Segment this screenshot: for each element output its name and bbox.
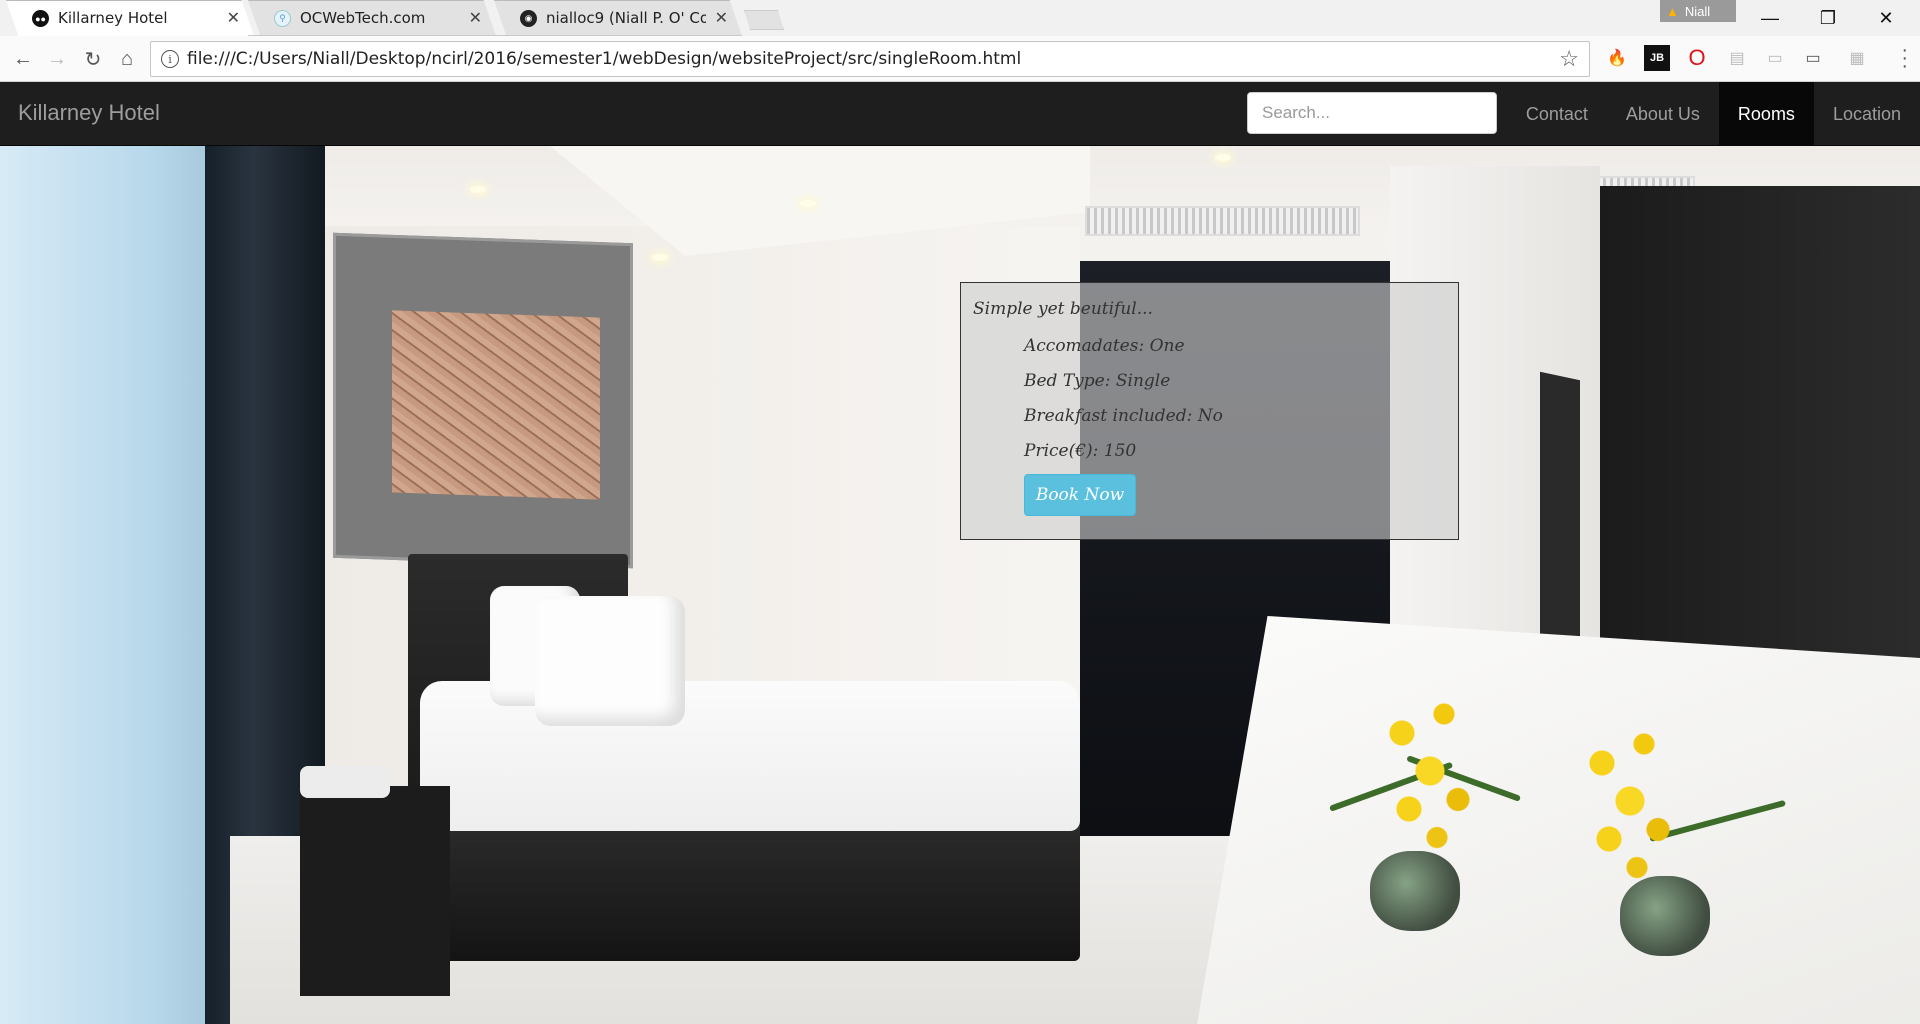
book-now-button[interactable]: Book Now [1024,474,1136,516]
tab-title: OCWebTech.com [300,9,426,27]
back-arrow-icon[interactable]: ← [8,44,38,74]
table [1195,616,1920,1024]
info-icon[interactable]: i [161,50,179,68]
detail-price: Price(€): 150 [1024,441,1137,461]
browser-tabstrip: ●● Killarney Hotel ✕ ⚲ OCWebTech.com ✕ ◉… [0,0,1920,36]
pillow [535,596,685,726]
detail-bed-type: Bed Type: Single [1024,371,1171,391]
cast-icon[interactable]: ▭ [1800,45,1826,71]
room-background-image [0,146,1920,1024]
profile-button[interactable]: ▲ Niall [1660,0,1736,22]
vase [1370,851,1460,931]
close-tab-icon[interactable]: ✕ [227,8,240,28]
nav-link-contact[interactable]: Contact [1507,82,1607,146]
forward-arrow-icon[interactable]: → [42,44,72,74]
extension-icon[interactable]: ▭ [1762,45,1788,71]
wall-art [392,310,600,500]
yellow-flowers [1360,676,1500,866]
close-tab-icon[interactable]: ✕ [715,8,728,28]
nav-links: Contact About Us Rooms Location [1507,82,1920,146]
bookmark-star-icon[interactable]: ☆ [1559,46,1579,72]
minimize-window-icon[interactable]: — [1750,4,1790,32]
site-navbar: Killarney Hotel Contact About Us Rooms L… [0,82,1920,146]
yellow-flowers [1560,706,1700,896]
tab-title: nialloc9 (Niall P. O' Conn [546,9,706,27]
jetbrains-extension-icon[interactable]: JB [1644,45,1670,71]
nav-link-about-us[interactable]: About Us [1607,82,1719,146]
restore-window-icon[interactable]: ❐ [1808,4,1848,32]
browser-toolbar: ← → ↻ ⌂ i file:///C:/Users/Niall/Desktop… [0,36,1920,82]
search-input[interactable] [1247,92,1497,134]
room-details-list: Accomadates: One Bed Type: Single Breakf… [1024,335,1223,475]
bed-base [420,811,1080,961]
room-tagline: Simple yet beutiful... [973,299,1153,319]
extension-icon[interactable]: ▤ [1724,45,1750,71]
fire-extension-icon[interactable]: 🔥 [1604,45,1630,71]
github-favicon-icon: ◉ [520,10,537,27]
detail-accommodates: Accomadates: One [1024,336,1185,356]
close-window-icon[interactable]: ✕ [1866,4,1906,32]
air-vent [1085,206,1360,236]
detail-breakfast: Breakfast included: No [1024,406,1223,426]
room-info-card: Simple yet beutiful... Accomadates: One … [960,282,1459,540]
reload-icon[interactable]: ↻ [78,44,108,74]
opera-extension-icon[interactable]: O [1684,45,1710,71]
hotel-favicon-icon: ●● [32,10,49,27]
browser-tab-killarney-hotel[interactable]: ●● Killarney Hotel ✕ [6,0,254,36]
profile-name: Niall [1684,3,1711,19]
new-tab-button[interactable] [744,10,784,30]
home-icon[interactable]: ⌂ [112,44,142,74]
address-bar[interactable]: i file:///C:/Users/Niall/Desktop/ncirl/2… [150,41,1590,77]
site-brand[interactable]: Killarney Hotel [18,100,160,126]
address-url[interactable]: file:///C:/Users/Niall/Desktop/ncirl/201… [187,49,1021,69]
tab-title: Killarney Hotel [58,9,168,27]
nav-link-location[interactable]: Location [1814,82,1920,146]
vase [1620,876,1710,956]
nightstand [300,786,450,996]
location-pin-favicon-icon: ⚲ [274,10,291,27]
telephone [300,766,390,798]
browser-menu-icon[interactable]: · · · [1901,40,1908,76]
nav-link-rooms[interactable]: Rooms [1718,82,1814,146]
extension-icon[interactable]: ▦ [1844,45,1870,71]
browser-tab-github[interactable]: ◉ nialloc9 (Niall P. O' Conn ✕ [494,0,742,36]
browser-tab-ocwebtech[interactable]: ⚲ OCWebTech.com ✕ [248,0,496,36]
warning-icon: ▲ [1666,3,1679,19]
close-tab-icon[interactable]: ✕ [469,8,482,28]
